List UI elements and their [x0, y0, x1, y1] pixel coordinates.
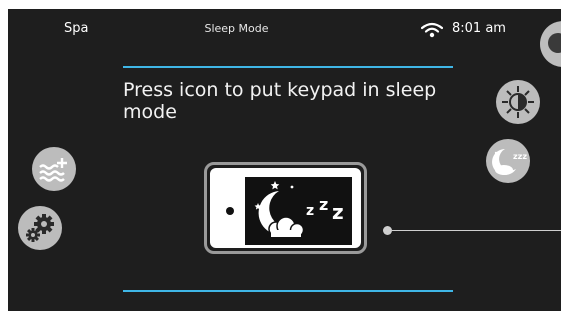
- heat-icon: [39, 158, 67, 182]
- slider-track[interactable]: [392, 230, 561, 231]
- svg-text:z: z: [319, 195, 328, 214]
- slider-handle[interactable]: [383, 226, 392, 235]
- svg-text:z: z: [306, 203, 314, 219]
- keypad-sleep-button[interactable]: z z z: [204, 162, 367, 254]
- bottom-divider: [123, 290, 453, 292]
- settings-icon: [26, 214, 54, 242]
- keypad-display: z z z: [245, 177, 352, 245]
- settings-shortcut-icon[interactable]: [540, 21, 561, 67]
- keypad-body: z z z: [210, 168, 361, 248]
- settings-button[interactable]: [18, 206, 62, 250]
- settings-shortcut-inner: [548, 33, 561, 53]
- top-divider: [123, 66, 453, 68]
- instruction-text: Press icon to put keypad in sleep mode: [123, 79, 437, 123]
- keypad-indicator-dot: [226, 207, 234, 215]
- moon-clouds-icon: z z z: [254, 181, 344, 238]
- svg-text:zzz: zzz: [513, 152, 527, 161]
- brightness-button[interactable]: [496, 80, 540, 124]
- wifi-icon: [421, 22, 443, 38]
- svg-text:z: z: [332, 200, 344, 224]
- clock-time: 8:01 am: [452, 21, 506, 36]
- brightness-icon: [502, 86, 534, 118]
- sleep-icon: zzz: [492, 149, 527, 175]
- spa-screen: Spa Sleep Mode 8:01 am Press icon to put…: [8, 9, 561, 311]
- heat-button[interactable]: [32, 147, 76, 191]
- sleep-button[interactable]: zzz: [486, 139, 530, 183]
